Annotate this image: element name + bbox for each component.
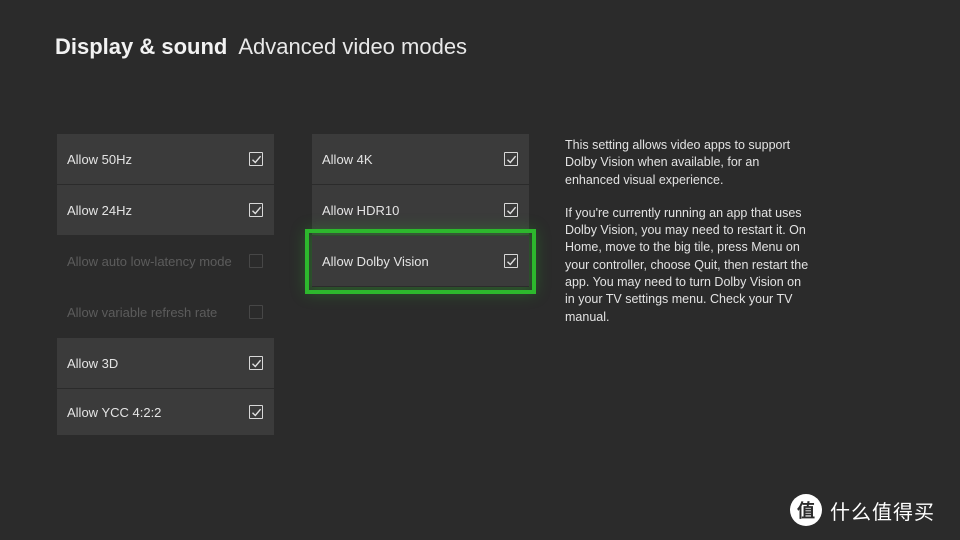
watermark: 值 什么值得买	[790, 494, 935, 526]
checkbox[interactable]	[249, 203, 263, 217]
checkmark-icon	[251, 155, 261, 164]
checkbox[interactable]	[249, 405, 263, 419]
checkmark-icon	[506, 257, 516, 266]
checkmark-icon	[251, 408, 261, 417]
page-header: Display & sound Advanced video modes	[55, 34, 467, 68]
checkmark-icon	[506, 206, 516, 215]
checkbox[interactable]	[504, 254, 518, 268]
setting-label: Allow HDR10	[322, 202, 400, 218]
setting-allow-3d[interactable]: Allow 3D	[57, 338, 274, 389]
watermark-logo-icon: 值	[790, 494, 822, 526]
setting-allow-auto-low-latency: Allow auto low-latency mode	[57, 236, 274, 287]
description-paragraph: This setting allows video apps to suppor…	[565, 138, 791, 187]
setting-allow-24hz[interactable]: Allow 24Hz	[57, 185, 274, 236]
setting-allow-50hz[interactable]: Allow 50Hz	[57, 134, 274, 185]
setting-label: Allow YCC 4:2:2	[67, 404, 162, 420]
setting-label: Allow variable refresh rate	[67, 304, 218, 320]
setting-description: This setting allows video apps to suppor…	[565, 137, 810, 342]
description-paragraph: If you're currently running an app that …	[565, 205, 809, 324]
checkbox[interactable]	[504, 152, 518, 166]
section-title: Display & sound	[55, 34, 228, 59]
setting-label: Allow auto low-latency mode	[67, 253, 232, 269]
checkmark-icon	[251, 359, 261, 368]
checkbox[interactable]	[249, 356, 263, 370]
setting-allow-ycc-422[interactable]: Allow YCC 4:2:2	[57, 389, 274, 436]
checkbox[interactable]	[249, 152, 263, 166]
setting-label: Allow 50Hz	[67, 151, 133, 167]
checkbox	[249, 254, 263, 268]
checkmark-icon	[506, 155, 516, 164]
setting-allow-hdr10[interactable]: Allow HDR10	[312, 185, 529, 236]
watermark-text: 什么值得买	[830, 501, 935, 524]
setting-allow-dolby-vision[interactable]: Allow Dolby Vision	[305, 229, 536, 294]
page-title: Advanced video modes	[238, 34, 468, 59]
checkbox	[249, 305, 263, 319]
checkmark-icon	[251, 206, 261, 215]
setting-label: Allow 3D	[67, 355, 119, 371]
setting-allow-variable-refresh: Allow variable refresh rate	[57, 287, 274, 338]
setting-label: Allow 24Hz	[67, 202, 133, 218]
setting-allow-4k[interactable]: Allow 4K	[312, 134, 529, 185]
checkbox[interactable]	[504, 203, 518, 217]
middle-settings-column: Allow 4K Allow HDR10 Allow Dolby Vision	[305, 134, 536, 294]
left-settings-column: Allow 50Hz Allow 24Hz Allow auto low-lat…	[57, 134, 274, 436]
setting-label: Allow 4K	[322, 151, 373, 167]
setting-label: Allow Dolby Vision	[322, 253, 429, 269]
